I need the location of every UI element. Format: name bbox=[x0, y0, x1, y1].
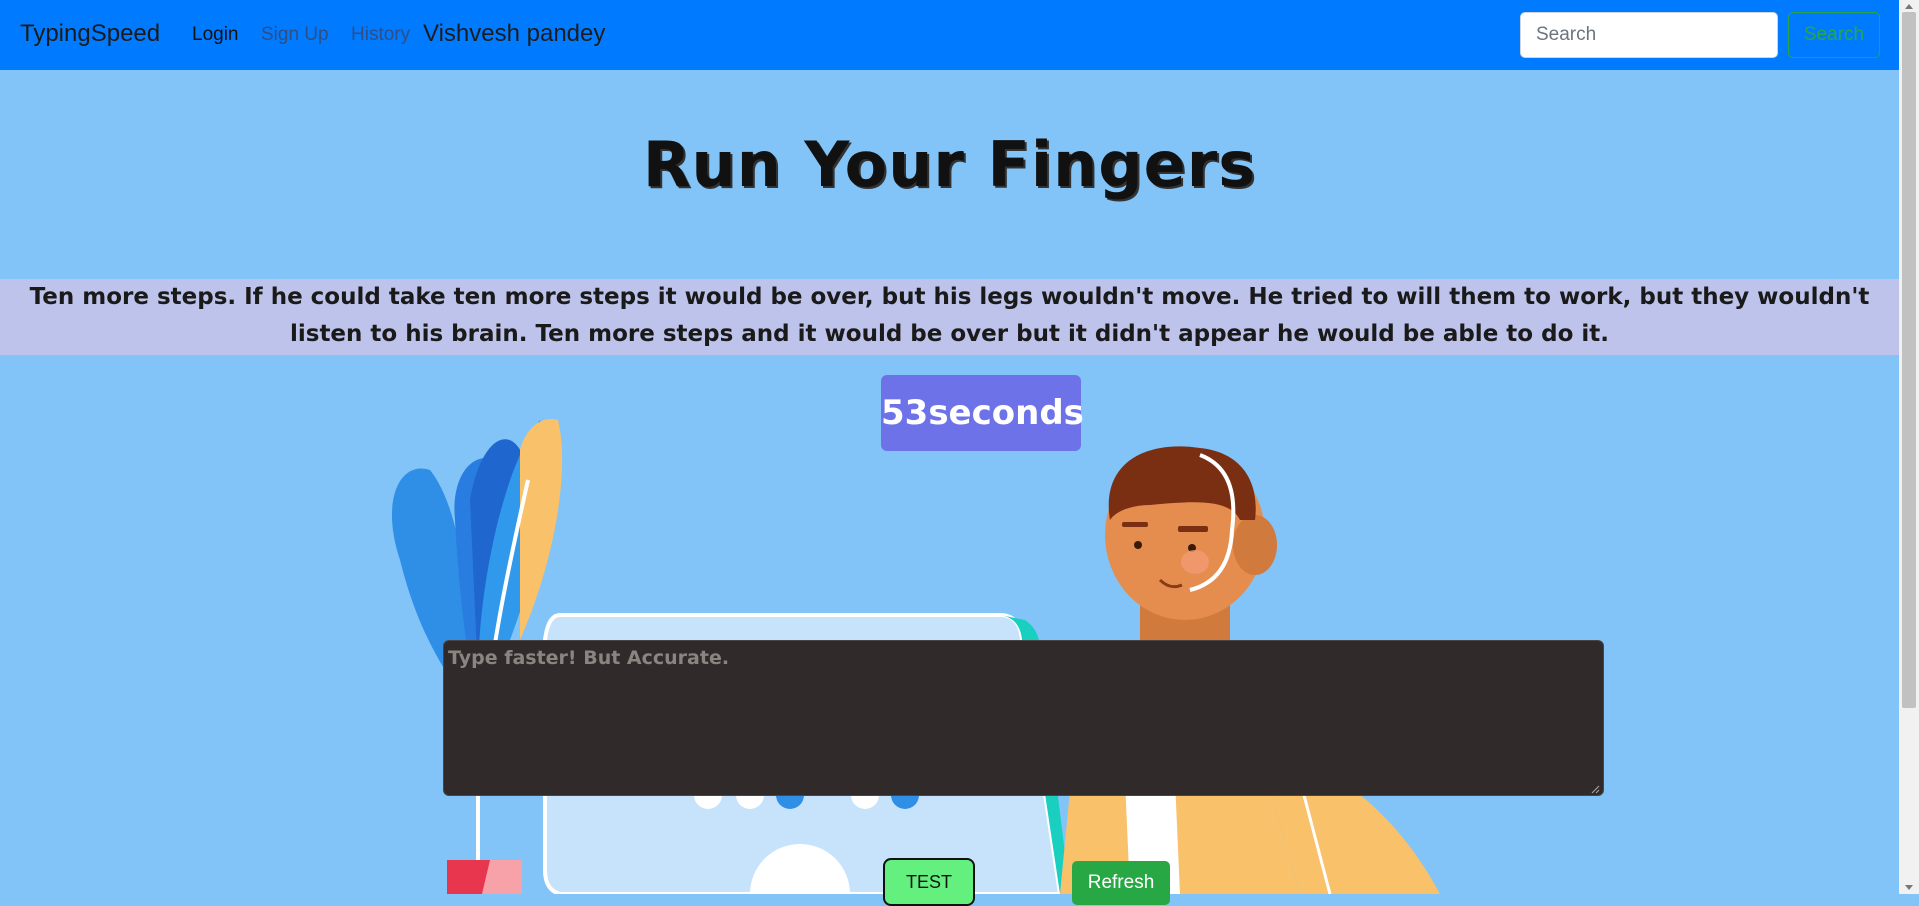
scroll-up-arrow-icon[interactable] bbox=[1905, 4, 1913, 9]
refresh-button[interactable]: Refresh bbox=[1072, 861, 1170, 905]
scrollbar-thumb[interactable] bbox=[1902, 12, 1916, 708]
page-heading: Run Your Fingers bbox=[642, 128, 1257, 201]
typing-passage: Ten more steps. If he could take ten mor… bbox=[0, 279, 1899, 355]
page-scrollbar[interactable] bbox=[1899, 0, 1919, 894]
typing-passage-text: Ten more steps. If he could take ten mor… bbox=[29, 284, 1870, 347]
scroll-down-arrow-icon[interactable] bbox=[1905, 885, 1913, 890]
typing-input[interactable] bbox=[443, 640, 1604, 796]
timer-badge: 53seconds bbox=[881, 375, 1084, 451]
test-button[interactable]: TEST bbox=[883, 858, 975, 906]
resize-handle-icon[interactable] bbox=[1590, 784, 1600, 794]
